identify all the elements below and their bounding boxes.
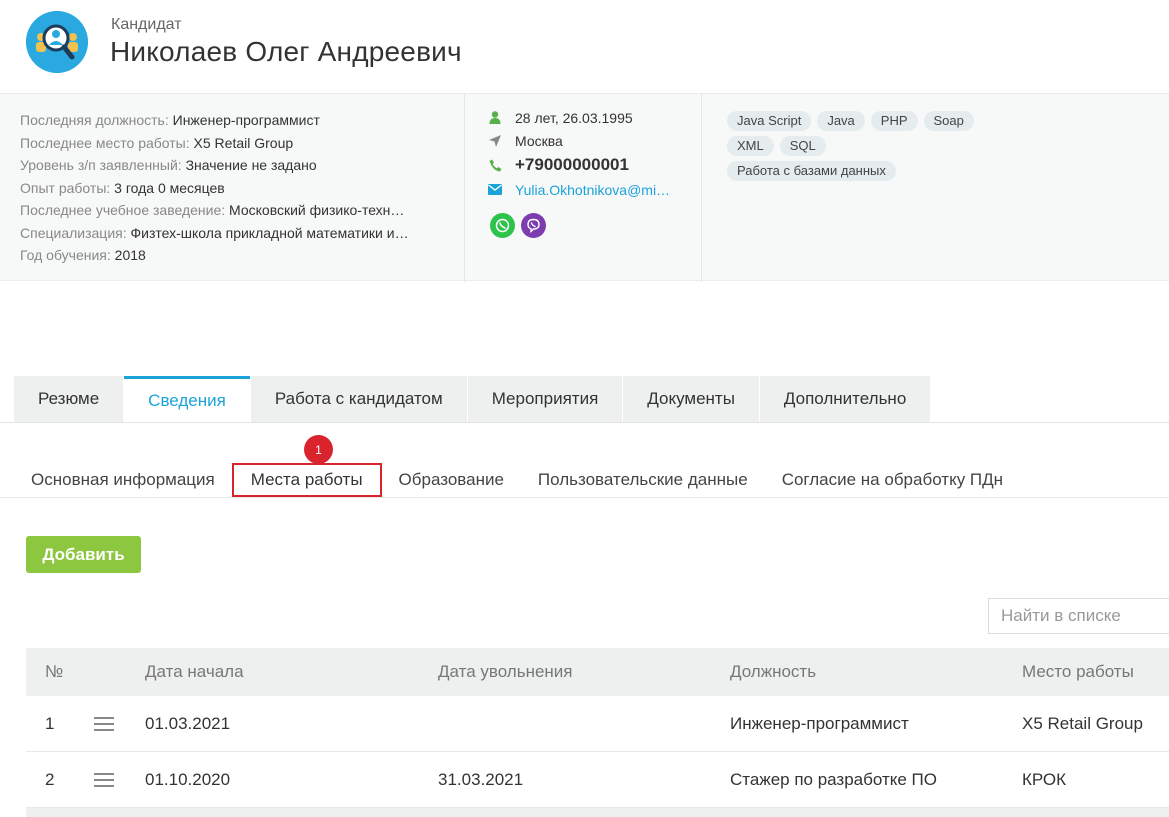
info-value: X5 Retail Group [193, 134, 294, 151]
tab-documents[interactable]: Документы [623, 376, 759, 422]
subtab-workplaces[interactable]: Места работы [231, 462, 382, 497]
info-value: Значение не задано [185, 157, 317, 173]
step-marker-badge: 1 [304, 435, 333, 464]
info-education: Последнее учебное заведение: Московский … [20, 199, 450, 222]
info-value: Московский физико-техн… [229, 202, 405, 218]
messenger-links [490, 213, 688, 238]
candidate-details: Последняя должность: Инженер-программист… [20, 109, 450, 267]
skills-tags: Java Script Java PHP Soap XML SQL Работа… [727, 111, 987, 181]
info-experience: Опыт работы: 3 года 0 месяцев [20, 177, 450, 200]
info-label: Уровень з/п заявленный: [20, 157, 182, 173]
viber-icon[interactable] [521, 213, 546, 238]
email-row[interactable]: Yulia.Okhotnikova@mi… [488, 178, 688, 201]
skill-tag: XML [727, 136, 774, 156]
row-end-date: 31.03.2021 [438, 769, 524, 789]
row-menu[interactable] [94, 696, 114, 751]
subtab-education[interactable]: Образование [382, 463, 521, 497]
info-last-workplace: Последнее место работы: X5 Retail Group [20, 132, 450, 155]
row-start-date: 01.03.2021 [145, 713, 231, 733]
row-position: Стажер по разработке ПО [730, 769, 937, 789]
row-workplace: X5 Retail Group [1022, 713, 1143, 733]
search-input[interactable] [988, 598, 1169, 634]
email-link[interactable]: Yulia.Okhotnikova@mi… [515, 182, 680, 198]
info-salary: Уровень з/п заявленный: Значение не зада… [20, 154, 450, 177]
info-label: Последняя должность: [20, 112, 169, 128]
tab-resume[interactable]: Резюме [14, 376, 124, 422]
contact-info: 28 лет, 26.03.1995 Москва +79000000001 Y… [488, 106, 688, 238]
candidate-name: Николаев Олег Андреевич [110, 36, 462, 67]
row-menu[interactable] [94, 752, 114, 807]
workplaces-table: № Дата начала Дата увольнения Должность … [26, 648, 1169, 817]
info-study-year: Год обучения: 2018 [20, 244, 450, 267]
column-divider [701, 94, 702, 282]
add-button[interactable]: Добавить [26, 536, 141, 573]
col-header-number[interactable]: № [45, 648, 63, 696]
candidate-search-icon [26, 11, 88, 73]
skill-tag: Java [817, 111, 865, 131]
person-icon [488, 111, 502, 125]
info-value: Инженер-программист [172, 112, 320, 128]
row-number: 2 [45, 769, 55, 789]
age-text: 28 лет, 26.03.1995 [515, 109, 633, 126]
city-row: Москва [488, 129, 688, 152]
col-header-workplace[interactable]: Место работы [1022, 648, 1134, 696]
table-row[interactable]: 2 01.10.2020 31.03.2021 Стажер по разраб… [26, 752, 1169, 808]
candidate-header: Кандидат Николаев Олег Андреевич [0, 0, 1169, 93]
column-divider [464, 94, 465, 282]
tabs-divider [0, 422, 1169, 423]
row-workplace: КРОК [1022, 769, 1066, 789]
table-footer [26, 808, 1169, 817]
phone-icon [488, 158, 502, 172]
tab-additional[interactable]: Дополнительно [759, 376, 931, 422]
city-text: Москва [515, 132, 563, 149]
info-last-position: Последняя должность: Инженер-программист [20, 109, 450, 132]
info-specialization: Специализация: Физтех-школа прикладной м… [20, 222, 450, 245]
info-value: 2018 [114, 247, 146, 263]
info-label: Последнее учебное заведение: [20, 202, 226, 218]
skill-tag: SQL [779, 136, 826, 156]
tab-details[interactable]: Сведения [124, 376, 250, 422]
tab-candidate-work[interactable]: Работа с кандидатом [250, 376, 467, 422]
info-label: Опыт работы: [20, 179, 111, 196]
subtabs-divider [0, 497, 1169, 498]
candidate-summary-panel: Последняя должность: Инженер-программист… [0, 93, 1169, 282]
table-row[interactable]: 1 01.03.2021 Инженер-программист X5 Reta… [26, 696, 1169, 752]
subtab-main-info[interactable]: Основная информация [14, 463, 232, 497]
skill-tag: Soap [923, 111, 974, 131]
info-value: 3 года 0 месяцев [114, 179, 225, 196]
info-label: Год обучения: [20, 247, 111, 263]
location-arrow-icon [488, 134, 502, 148]
info-label: Специализация: [20, 224, 127, 241]
row-start-date: 01.10.2020 [145, 769, 231, 789]
col-header-end-date[interactable]: Дата увольнения [438, 648, 573, 696]
tab-events[interactable]: Мероприятия [467, 376, 623, 422]
row-position: Инженер-программист [730, 713, 909, 733]
subtab-pd-consent[interactable]: Согласие на обработку ПДн [765, 463, 1020, 497]
hamburger-icon[interactable] [94, 716, 114, 731]
phone-row[interactable]: +79000000001 [488, 152, 688, 178]
hamburger-icon[interactable] [94, 772, 114, 787]
subtab-custom-data[interactable]: Пользовательские данные [521, 463, 765, 497]
envelope-icon [488, 183, 502, 197]
info-label: Последнее место работы: [20, 134, 190, 151]
skill-tag: PHP [870, 111, 918, 131]
info-value: Физтех-школа прикладной математики и… [130, 224, 409, 241]
phone-number[interactable]: +79000000001 [515, 155, 629, 175]
main-tabs: Резюме Сведения Работа с кандидатом Меро… [14, 376, 931, 422]
table-header: № Дата начала Дата увольнения Должность … [26, 648, 1169, 696]
record-type-label: Кандидат [111, 16, 182, 33]
row-number: 1 [45, 713, 55, 733]
col-header-start-date[interactable]: Дата начала [145, 648, 244, 696]
whatsapp-icon[interactable] [490, 213, 515, 238]
age-row: 28 лет, 26.03.1995 [488, 106, 688, 129]
col-header-position[interactable]: Должность [730, 648, 816, 696]
skill-tag: Java Script [727, 111, 812, 131]
skill-tag: Работа с базами данных [727, 161, 896, 181]
sub-tabs: Основная информация Места работы Образов… [14, 462, 1020, 497]
